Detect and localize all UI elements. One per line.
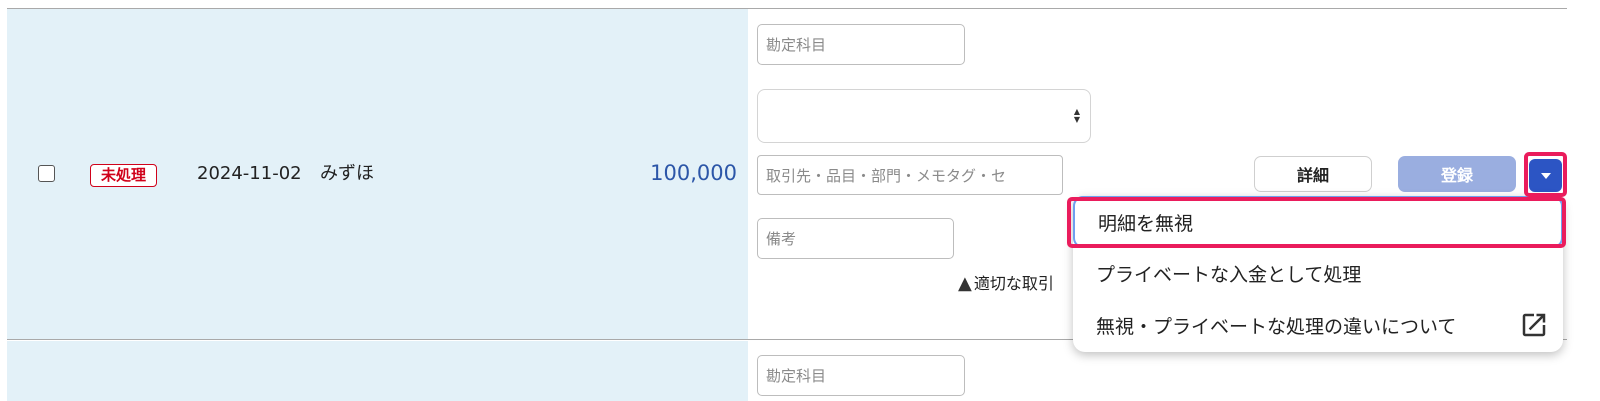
account-field[interactable]: 勘定科目 xyxy=(757,24,965,65)
detail-button[interactable]: 詳細 xyxy=(1254,156,1372,192)
row-background-next xyxy=(7,341,748,401)
menu-item-ignore[interactable]: 明細を無視 xyxy=(1073,196,1563,248)
account-placeholder: 勘定科目 xyxy=(766,36,827,54)
menu-item-label: 無視・プライベートな処理の違いについて xyxy=(1096,315,1457,338)
external-link-icon xyxy=(1522,313,1546,337)
menu-item-label: プライベートな入金として処理 xyxy=(1096,263,1362,286)
partner-placeholder: 取引先・品目・部門・メモタグ・セ xyxy=(766,166,1007,185)
bank-name: みずほ xyxy=(320,163,374,184)
menu-item-help-link[interactable]: 無視・プライベートな処理の違いについて xyxy=(1073,299,1563,351)
register-button[interactable]: 登録 xyxy=(1398,156,1516,192)
select-arrows-icon: ▲ ▼ xyxy=(1073,107,1080,124)
account-placeholder-next: 勘定科目 xyxy=(766,367,827,385)
more-actions-button[interactable] xyxy=(1529,159,1562,192)
warning-icon: ▲ xyxy=(958,273,972,294)
memo-placeholder: 備考 xyxy=(766,230,797,248)
account-field-next[interactable]: 勘定科目 xyxy=(757,355,965,396)
menu-item-private-deposit[interactable]: プライベートな入金として処理 xyxy=(1073,247,1563,299)
memo-field[interactable]: 備考 xyxy=(757,218,954,259)
status-badge: 未処理 xyxy=(90,164,158,187)
warning-message: ▲ 適切な取引 xyxy=(958,273,1054,295)
row-divider xyxy=(7,8,1567,9)
transaction-date: 2024-11-02 xyxy=(197,163,302,184)
tax-select[interactable]: ▲ ▼ xyxy=(757,89,1091,143)
actions-menu: 明細を無視 プライベートな入金として処理 無視・プライベートな処理の違いについて xyxy=(1073,196,1563,352)
caret-down-icon xyxy=(1540,172,1551,179)
partner-field[interactable]: 取引先・品目・部門・メモタグ・セ xyxy=(757,155,1063,195)
menu-item-label: 明細を無視 xyxy=(1098,212,1194,235)
transaction-amount: 100,000 xyxy=(650,161,737,185)
warning-text: 適切な取引 xyxy=(973,274,1054,293)
row-checkbox[interactable] xyxy=(38,165,55,182)
